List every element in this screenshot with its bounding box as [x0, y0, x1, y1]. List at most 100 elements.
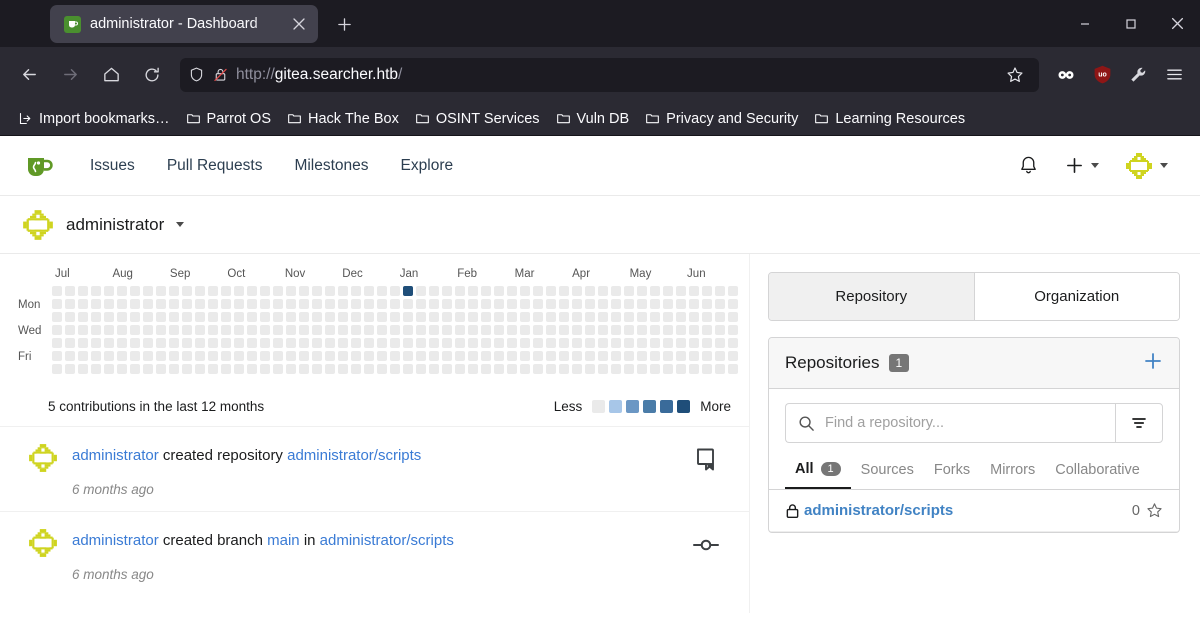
- heatmap-day-cell[interactable]: [689, 364, 699, 374]
- heatmap-day-cell[interactable]: [702, 299, 712, 309]
- heatmap-day-cell[interactable]: [156, 286, 166, 296]
- heatmap-day-cell[interactable]: [104, 364, 114, 374]
- heatmap-day-cell[interactable]: [689, 299, 699, 309]
- heatmap-day-cell[interactable]: [247, 338, 257, 348]
- heatmap-day-cell[interactable]: [130, 286, 140, 296]
- heatmap-day-cell[interactable]: [299, 351, 309, 361]
- heatmap-day-cell[interactable]: [533, 351, 543, 361]
- heatmap-day-cell[interactable]: [52, 338, 62, 348]
- heatmap-day-cell[interactable]: [351, 325, 361, 335]
- heatmap-day-cell[interactable]: [221, 299, 231, 309]
- heatmap-day-cell[interactable]: [637, 364, 647, 374]
- heatmap-day-cell[interactable]: [585, 338, 595, 348]
- nav-milestones[interactable]: Milestones: [278, 136, 384, 196]
- heatmap-day-cell[interactable]: [377, 312, 387, 322]
- heatmap-day-cell[interactable]: [689, 351, 699, 361]
- heatmap-day-cell[interactable]: [468, 299, 478, 309]
- heatmap-day-cell[interactable]: [377, 338, 387, 348]
- heatmap-day-cell[interactable]: [650, 312, 660, 322]
- heatmap-day-cell[interactable]: [91, 364, 101, 374]
- heatmap-day-cell[interactable]: [78, 299, 88, 309]
- heatmap-day-cell[interactable]: [143, 338, 153, 348]
- user-menu-dropdown[interactable]: [1115, 151, 1178, 180]
- heatmap-day-cell[interactable]: [338, 312, 348, 322]
- heatmap-day-cell[interactable]: [52, 312, 62, 322]
- heatmap-day-cell[interactable]: [338, 364, 348, 374]
- heatmap-day-cell[interactable]: [78, 312, 88, 322]
- heatmap-day-cell[interactable]: [637, 338, 647, 348]
- heatmap-day-cell[interactable]: [364, 312, 374, 322]
- heatmap-day-cell[interactable]: [702, 351, 712, 361]
- heatmap-day-cell[interactable]: [702, 286, 712, 296]
- heatmap-day-cell[interactable]: [650, 338, 660, 348]
- heatmap-day-cell[interactable]: [572, 338, 582, 348]
- heatmap-day-cell[interactable]: [286, 299, 296, 309]
- heatmap-day-cell[interactable]: [130, 364, 140, 374]
- activity-actor-link[interactable]: administrator: [72, 532, 159, 549]
- heatmap-day-cell[interactable]: [507, 338, 517, 348]
- heatmap-day-cell[interactable]: [52, 325, 62, 335]
- heatmap-day-cell[interactable]: [52, 351, 62, 361]
- heatmap-day-cell[interactable]: [338, 338, 348, 348]
- heatmap-day-cell[interactable]: [117, 312, 127, 322]
- heatmap-day-cell[interactable]: [611, 351, 621, 361]
- heatmap-day-cell[interactable]: [247, 325, 257, 335]
- heatmap-day-cell[interactable]: [104, 338, 114, 348]
- heatmap-day-cell[interactable]: [286, 312, 296, 322]
- heatmap-day-cell[interactable]: [182, 312, 192, 322]
- heatmap-day-cell[interactable]: [351, 364, 361, 374]
- heatmap-day-cell[interactable]: [364, 351, 374, 361]
- heatmap-day-cell[interactable]: [494, 312, 504, 322]
- filter-forks[interactable]: Forks: [924, 454, 980, 488]
- heatmap-day-cell[interactable]: [234, 351, 244, 361]
- heatmap-day-cell[interactable]: [481, 299, 491, 309]
- heatmap-day-cell[interactable]: [351, 299, 361, 309]
- heatmap-day-cell[interactable]: [195, 338, 205, 348]
- heatmap-day-cell[interactable]: [689, 312, 699, 322]
- heatmap-day-cell[interactable]: [364, 299, 374, 309]
- heatmap-day-cell[interactable]: [585, 312, 595, 322]
- heatmap-day-cell[interactable]: [273, 299, 283, 309]
- repository-list-item[interactable]: administrator/scripts 0: [769, 490, 1179, 532]
- heatmap-day-cell[interactable]: [117, 338, 127, 348]
- heatmap-day-cell[interactable]: [195, 351, 205, 361]
- nav-issues[interactable]: Issues: [74, 136, 151, 196]
- heatmap-day-cell[interactable]: [208, 325, 218, 335]
- heatmap-day-cell[interactable]: [117, 351, 127, 361]
- heatmap-day-cell[interactable]: [286, 325, 296, 335]
- heatmap-day-cell[interactable]: [169, 312, 179, 322]
- heatmap-day-cell[interactable]: [494, 364, 504, 374]
- heatmap-day-cell[interactable]: [117, 325, 127, 335]
- tab-repository[interactable]: Repository: [769, 273, 974, 320]
- heatmap-day-cell[interactable]: [416, 299, 426, 309]
- heatmap-day-cell[interactable]: [65, 286, 75, 296]
- heatmap-day-cell[interactable]: [390, 351, 400, 361]
- heatmap-day-cell[interactable]: [442, 286, 452, 296]
- heatmap-day-cell[interactable]: [91, 299, 101, 309]
- heatmap-day-cell[interactable]: [390, 364, 400, 374]
- heatmap-day-cell[interactable]: [559, 351, 569, 361]
- heatmap-day-cell[interactable]: [78, 286, 88, 296]
- heatmap-day-cell[interactable]: [676, 325, 686, 335]
- heatmap-day-cell[interactable]: [650, 351, 660, 361]
- heatmap-day-cell[interactable]: [429, 325, 439, 335]
- heatmap-day-cell[interactable]: [429, 312, 439, 322]
- heatmap-day-cell[interactable]: [676, 351, 686, 361]
- heatmap-day-cell[interactable]: [234, 312, 244, 322]
- heatmap-day-cell[interactable]: [455, 312, 465, 322]
- heatmap-day-cell[interactable]: [104, 325, 114, 335]
- heatmap-day-cell[interactable]: [455, 325, 465, 335]
- heatmap-day-cell[interactable]: [78, 325, 88, 335]
- heatmap-day-cell[interactable]: [481, 325, 491, 335]
- heatmap-day-cell[interactable]: [78, 351, 88, 361]
- heatmap-day-cell[interactable]: [325, 338, 335, 348]
- heatmap-day-cell[interactable]: [481, 364, 491, 374]
- heatmap-day-cell[interactable]: [221, 338, 231, 348]
- heatmap-day-cell[interactable]: [507, 299, 517, 309]
- heatmap-day-cell[interactable]: [403, 338, 413, 348]
- heatmap-day-cell[interactable]: [260, 325, 270, 335]
- heatmap-day-cell[interactable]: [507, 351, 517, 361]
- heatmap-day-cell[interactable]: [572, 299, 582, 309]
- heatmap-day-cell[interactable]: [91, 338, 101, 348]
- heatmap-day-cell[interactable]: [377, 364, 387, 374]
